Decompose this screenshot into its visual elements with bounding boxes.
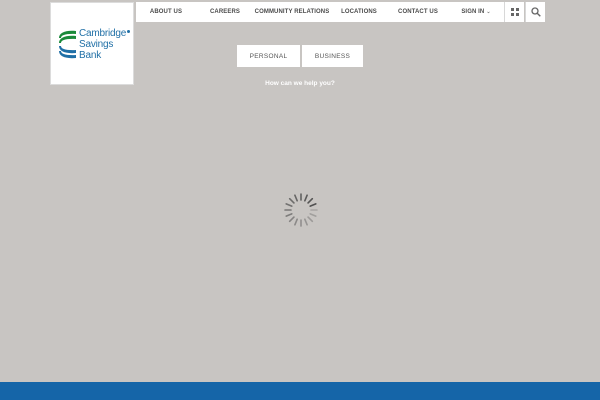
grid-menu-button[interactable] — [504, 2, 524, 22]
nav-about-us[interactable]: ABOUT US — [136, 2, 196, 22]
nav-sign-in[interactable]: SIGN IN ⌄ — [448, 2, 504, 22]
help-link[interactable]: How can we help you? — [0, 80, 600, 87]
spinner-tick — [294, 218, 298, 226]
spinner-tick — [304, 194, 308, 202]
logo-text: Cambridge Savings Bank — [79, 28, 126, 61]
footer-bar — [0, 382, 600, 400]
nav-contact-us[interactable]: CONTACT US — [388, 2, 448, 22]
logo-line-bank: Bank — [79, 50, 101, 61]
logo-line-cambridge: Cambridge — [79, 28, 127, 39]
spinner-tick — [285, 203, 293, 207]
spinner-tick — [307, 197, 314, 204]
spinner-tick — [288, 216, 295, 223]
nav-contact-us-label: CONTACT US — [398, 9, 438, 15]
search-icon — [530, 7, 541, 17]
nav-careers-label: CAREERS — [209, 9, 241, 15]
personal-button-label: PERSONAL — [249, 52, 288, 60]
personal-button[interactable]: PERSONAL — [237, 45, 300, 67]
chevron-down-icon: ⌄ — [486, 9, 491, 15]
spinner-tick — [304, 218, 308, 226]
grid-icon — [510, 8, 519, 16]
nav-sign-in-label: SIGN IN — [461, 9, 485, 15]
spinner-tick — [294, 194, 298, 202]
spinner-tick — [288, 197, 295, 204]
spinner-tick — [307, 216, 314, 223]
search-button[interactable] — [525, 2, 545, 22]
nav-locations[interactable]: LOCATIONS — [330, 2, 388, 22]
registered-mark-icon — [127, 30, 130, 33]
business-button-label: BUSINESS — [314, 52, 351, 60]
nav-community-relations-label: COMMUNITY RELATIONS — [254, 9, 330, 15]
spinner-icon — [284, 193, 318, 227]
spinner-tick — [285, 213, 293, 217]
nav-careers[interactable]: CAREERS — [196, 2, 254, 22]
logo-line-savings: Savings — [79, 39, 114, 50]
nav-locations-label: LOCATIONS — [341, 9, 377, 15]
spinner-tick — [309, 213, 317, 217]
spinner-tick — [309, 203, 317, 207]
logo[interactable]: Cambridge Savings Bank — [50, 2, 134, 85]
nav-community-relations[interactable]: COMMUNITY RELATIONS — [254, 2, 330, 22]
logo-mark-icon — [59, 30, 76, 59]
business-button[interactable]: BUSINESS — [302, 45, 363, 67]
nav-about-us-label: ABOUT US — [149, 9, 183, 15]
top-navigation: ABOUT US CAREERS COMMUNITY RELATIONS LOC… — [136, 2, 504, 22]
